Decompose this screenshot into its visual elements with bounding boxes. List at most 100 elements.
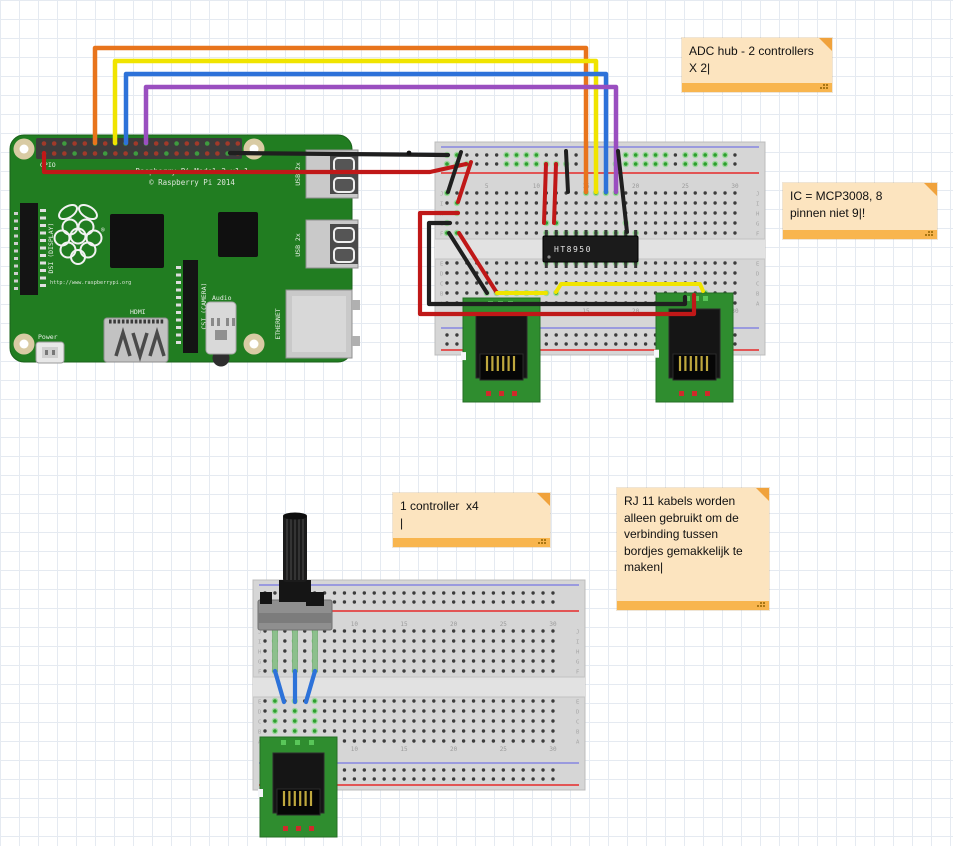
gpio-pin[interactable] xyxy=(52,151,57,156)
ic-chip[interactable]: HT8950 xyxy=(543,230,638,268)
gpio-pin[interactable] xyxy=(72,141,77,146)
gpio-pin[interactable] xyxy=(174,151,179,156)
gpio-pin[interactable] xyxy=(52,141,57,146)
row-label: E xyxy=(258,699,261,705)
note-text[interactable]: IC = MCP3008, 8 pinnen niet 9|! xyxy=(783,183,937,226)
gpio-header xyxy=(36,138,242,159)
green-hole xyxy=(525,162,529,166)
note-resize-grip[interactable] xyxy=(931,234,933,236)
gpio-pin[interactable] xyxy=(134,141,139,146)
csi-dash xyxy=(176,304,181,307)
pi-copyright: © Raspberry Pi 2014 xyxy=(149,178,235,187)
sticky-note-rj11[interactable]: RJ 11 kabels worden alleen gebruikt om d… xyxy=(617,488,769,610)
gpio-pin[interactable] xyxy=(236,141,241,146)
dsi-pin xyxy=(14,257,18,260)
note-fold-corner xyxy=(756,488,769,501)
wire-red-jumper-2[interactable] xyxy=(544,164,546,223)
hdmi-dash xyxy=(139,320,142,324)
gpio-pin[interactable] xyxy=(42,141,47,146)
gpio-pin[interactable] xyxy=(72,151,77,156)
gpio-pin[interactable] xyxy=(154,141,159,146)
green-hole xyxy=(703,162,707,166)
gpio-pin[interactable] xyxy=(103,151,108,156)
gpio-pin[interactable] xyxy=(215,151,220,156)
gpio-pin[interactable] xyxy=(174,141,179,146)
column-label: 15 xyxy=(400,746,408,753)
row-label: F xyxy=(756,231,759,237)
sticky-note-mcp3008[interactable]: IC = MCP3008, 8 pinnen niet 9|! xyxy=(783,183,937,239)
gpio-pin[interactable] xyxy=(215,141,220,146)
row-label: H xyxy=(258,649,261,655)
row-label: D xyxy=(756,271,759,277)
gpio-pin[interactable] xyxy=(83,141,88,146)
gpio-pin[interactable] xyxy=(93,151,98,156)
green-hole xyxy=(713,153,717,157)
row-label: E xyxy=(440,261,443,267)
hdmi-dash xyxy=(122,320,125,324)
gpio-pin[interactable] xyxy=(164,151,169,156)
note-text[interactable]: 1 controller x4 | xyxy=(393,493,550,536)
rj11-solder-pad xyxy=(692,391,697,396)
gpio-pin[interactable] xyxy=(205,151,210,156)
gpio-pin[interactable] xyxy=(205,141,210,146)
gpio-pin[interactable] xyxy=(164,141,169,146)
row-label: G xyxy=(576,659,579,665)
rj11-solder-pad xyxy=(486,391,491,396)
raspberry-pi-board[interactable]: GPIO Raspberry Pi Model 2 v1.1 © Raspber… xyxy=(10,135,360,367)
sticky-note-adc-hub[interactable]: ADC hub - 2 controllers X 2| xyxy=(682,38,832,92)
gpio-pin[interactable] xyxy=(185,141,190,146)
rj11-solder-pad xyxy=(296,826,301,831)
gpio-pin[interactable] xyxy=(225,141,230,146)
green-hole xyxy=(525,153,529,157)
gpio-pin[interactable] xyxy=(195,151,200,156)
gpio-pin[interactable] xyxy=(134,151,139,156)
pi-url: http://www.raspberrypi.org xyxy=(50,280,131,286)
breadboard-channel xyxy=(253,677,585,697)
rj11-jack-bottom[interactable] xyxy=(258,737,337,837)
column-label: 30 xyxy=(549,746,557,753)
gpio-pin[interactable] xyxy=(185,151,190,156)
row-label: C xyxy=(756,281,759,287)
note-resize-grip[interactable] xyxy=(544,542,546,544)
ethernet-label: ETHERNET xyxy=(274,308,282,339)
note-title-bar[interactable] xyxy=(393,538,550,547)
rj11-top-pad xyxy=(703,296,708,301)
green-hole xyxy=(664,153,668,157)
wire-black-jumper-2[interactable] xyxy=(566,151,568,192)
sticky-note-controller[interactable]: 1 controller x4 | xyxy=(393,493,550,547)
note-title-bar[interactable] xyxy=(682,83,832,92)
green-hole xyxy=(684,153,688,157)
green-hole xyxy=(313,699,317,703)
green-hole xyxy=(624,153,628,157)
wire-red-jumper-3[interactable] xyxy=(554,164,556,223)
note-title-bar[interactable] xyxy=(783,230,937,239)
green-hole xyxy=(723,153,727,157)
green-hole xyxy=(313,709,317,713)
rj11-solder-pad xyxy=(679,391,684,396)
gpio-pin[interactable] xyxy=(123,151,128,156)
gpio-pin[interactable] xyxy=(154,151,159,156)
wire-bendpoint[interactable] xyxy=(407,151,412,156)
green-hole xyxy=(723,162,727,166)
note-text[interactable]: RJ 11 kabels worden alleen gebruikt om d… xyxy=(617,488,769,581)
note-resize-grip[interactable] xyxy=(763,605,765,607)
note-resize-grip[interactable] xyxy=(826,87,828,89)
gpio-pin[interactable] xyxy=(62,141,67,146)
green-hole xyxy=(515,162,519,166)
gpio-pin[interactable] xyxy=(195,141,200,146)
row-label: C xyxy=(258,719,261,725)
dsi-dash xyxy=(40,284,46,287)
gpio-pin[interactable] xyxy=(83,151,88,156)
gpio-pin[interactable] xyxy=(62,151,67,156)
gpio-pin[interactable] xyxy=(144,151,149,156)
gpio-pin[interactable] xyxy=(113,151,118,156)
green-hole xyxy=(654,162,658,166)
green-hole xyxy=(693,162,697,166)
gpio-pin[interactable] xyxy=(103,141,108,146)
note-title-bar[interactable] xyxy=(617,601,769,610)
pot-lug-left xyxy=(260,592,272,604)
soc-chip xyxy=(110,214,164,268)
hdmi-dash xyxy=(126,320,129,324)
wire-black-pi-to-board[interactable] xyxy=(230,153,448,155)
note-text[interactable]: ADC hub - 2 controllers X 2| xyxy=(682,38,832,81)
